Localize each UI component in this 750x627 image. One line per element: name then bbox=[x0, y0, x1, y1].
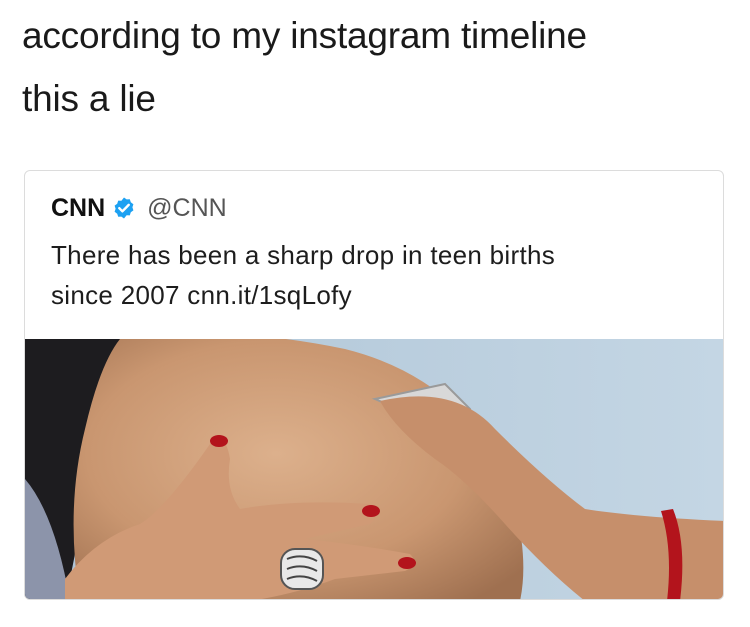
author-name[interactable]: CNN bbox=[51, 194, 105, 223]
tweet-card[interactable]: CNN @CNN There has been a sharp drop in … bbox=[24, 170, 724, 600]
nail-2 bbox=[362, 505, 380, 517]
caption-line-1: according to my instagram timeline bbox=[22, 15, 587, 56]
tweet-text: There has been a sharp drop in teen birt… bbox=[51, 235, 691, 315]
nail-1 bbox=[210, 435, 228, 447]
meme-caption: according to my instagram timeline this … bbox=[22, 4, 732, 130]
caption-line-2: this a lie bbox=[22, 78, 156, 119]
tweet-header: CNN @CNN bbox=[51, 191, 227, 225]
tweet-text-line-2[interactable]: since 2007 cnn.it/1sqLofy bbox=[51, 275, 691, 315]
verified-badge-icon bbox=[112, 196, 136, 220]
author-handle[interactable]: @CNN bbox=[147, 194, 227, 223]
tweet-text-line-1: There has been a sharp drop in teen birt… bbox=[51, 240, 556, 270]
nail-3 bbox=[398, 557, 416, 569]
tweet-photo[interactable] bbox=[25, 339, 724, 600]
